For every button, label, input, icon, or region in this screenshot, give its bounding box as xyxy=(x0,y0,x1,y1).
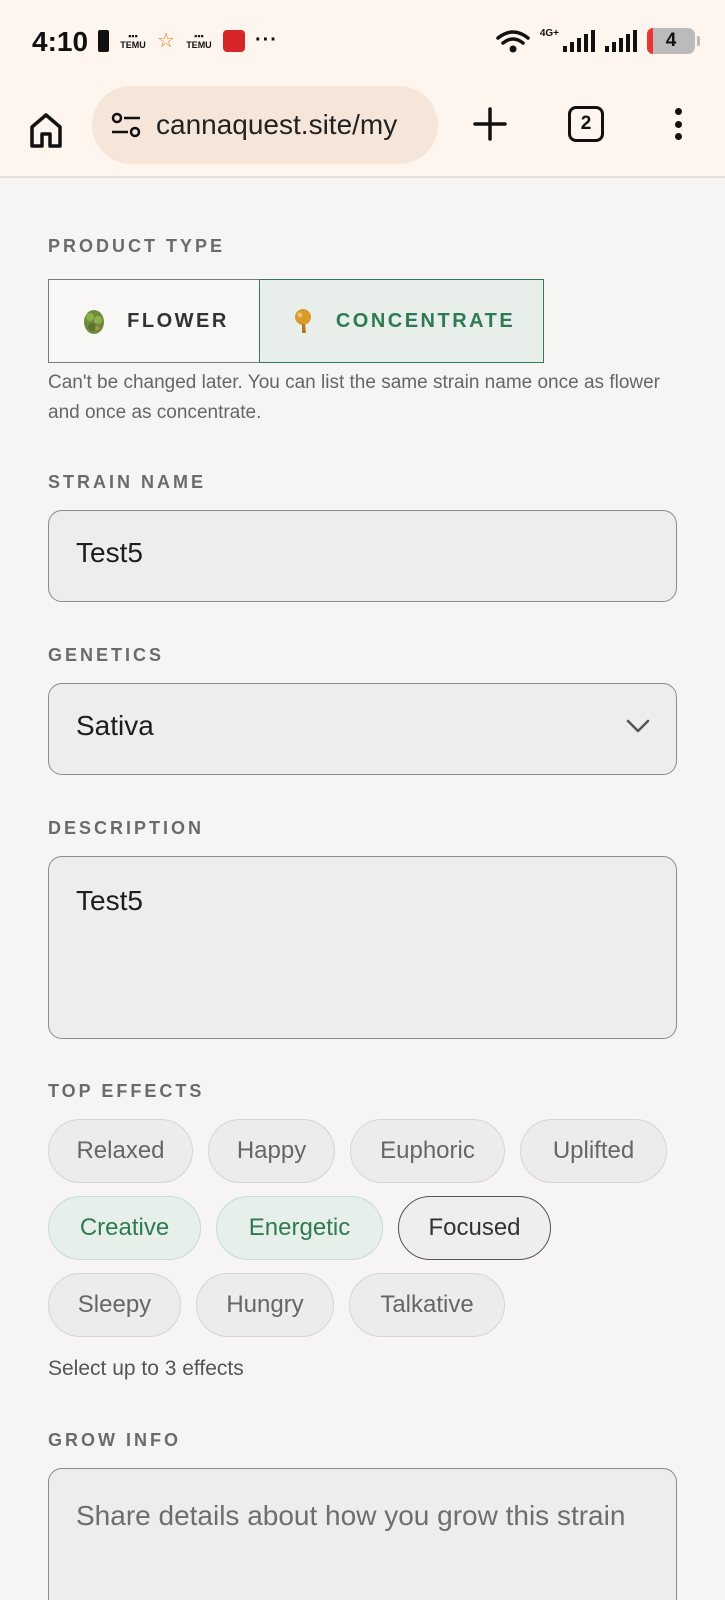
grow-info-textarea[interactable]: Share details about how you grow this st… xyxy=(48,1468,677,1600)
effect-chip-euphoric[interactable]: Euphoric xyxy=(350,1119,505,1183)
description-label: DESCRIPTION xyxy=(48,818,205,838)
temu-icon: ▪▪▪ TEMU xyxy=(186,30,212,50)
effects-helper: Select up to 3 effects xyxy=(48,1357,244,1380)
network-type: 4G+ xyxy=(539,27,559,39)
wifi-icon xyxy=(496,30,530,53)
description-textarea[interactable]: Test5 xyxy=(48,856,677,1039)
url-text: cannaquest.site/my xyxy=(156,109,398,140)
concentrate-option[interactable]: CONCENTRATE xyxy=(259,279,544,363)
grow-info-label: GROW INFO xyxy=(48,1430,181,1450)
system-icons: 4G+ 4 xyxy=(496,27,700,54)
battery-icon: 4 xyxy=(647,28,700,54)
browser-toolbar: cannaquest.site/my 2 xyxy=(0,86,725,178)
tab-switcher-button[interactable]: 2 xyxy=(568,106,604,142)
flower-option[interactable]: FLOWER xyxy=(48,279,259,363)
concentrate-option-label: CONCENTRATE xyxy=(335,309,516,332)
signal-icon xyxy=(563,30,595,52)
temu-icon: ▪▪▪ TEMU xyxy=(120,30,146,50)
product-type-label: PRODUCT TYPE xyxy=(48,236,226,256)
chevron-down-icon xyxy=(626,719,650,733)
status-time: 4:10 xyxy=(32,26,89,57)
effect-chip-relaxed[interactable]: Relaxed xyxy=(48,1119,193,1183)
top-effects-label: TOP EFFECTS xyxy=(48,1081,205,1101)
more-notifications-icon: ··· xyxy=(254,29,278,51)
effect-chip-hungry[interactable]: Hungry xyxy=(196,1273,334,1337)
home-icon[interactable] xyxy=(28,110,64,150)
effect-chip-creative[interactable]: Creative xyxy=(48,1196,201,1260)
strain-name-input[interactable]: Test5 xyxy=(48,510,677,602)
status-bar: 4:10 ▪▪▪ TEMU ☆ ▪▪▪ TEMU ··· 4G+ 4 xyxy=(0,0,725,86)
effect-chip-happy[interactable]: Happy xyxy=(208,1119,335,1183)
signal-icon xyxy=(605,30,637,52)
effect-chip-talkative[interactable]: Talkative xyxy=(349,1273,505,1337)
honey-drop-icon xyxy=(294,309,311,333)
more-options-icon[interactable] xyxy=(664,104,692,144)
address-bar[interactable]: cannaquest.site/my xyxy=(92,86,438,164)
battery-saver-icon xyxy=(98,29,109,52)
genetics-value: Sativa xyxy=(76,710,154,741)
effect-chip-sleepy[interactable]: Sleepy xyxy=(48,1273,181,1337)
effect-chip-uplifted[interactable]: Uplifted xyxy=(520,1119,667,1183)
effect-chip-focused[interactable]: Focused xyxy=(398,1196,551,1260)
genetics-label: GENETICS xyxy=(48,645,165,665)
grow-info-placeholder: Share details about how you grow this st… xyxy=(76,1500,626,1531)
product-type-toggle: FLOWER CONCENTRATE xyxy=(48,279,544,363)
effect-chip-energetic[interactable]: Energetic xyxy=(216,1196,383,1260)
star-icon: ☆ xyxy=(157,30,175,52)
new-tab-icon[interactable] xyxy=(472,106,508,142)
description-value: Test5 xyxy=(76,885,143,916)
notification-icons: ▪▪▪ TEMU ☆ ▪▪▪ TEMU ··· xyxy=(98,28,278,53)
site-settings-icon[interactable] xyxy=(110,110,142,140)
flower-bud-icon xyxy=(84,310,105,334)
strain-name-value: Test5 xyxy=(76,537,143,568)
genetics-select[interactable]: Sativa xyxy=(48,683,677,775)
gift-icon xyxy=(222,29,245,52)
strain-name-label: STRAIN NAME xyxy=(48,472,206,492)
flower-option-label: FLOWER xyxy=(127,309,229,332)
product-type-helper: Can't be changed later. You can list the… xyxy=(48,372,660,423)
